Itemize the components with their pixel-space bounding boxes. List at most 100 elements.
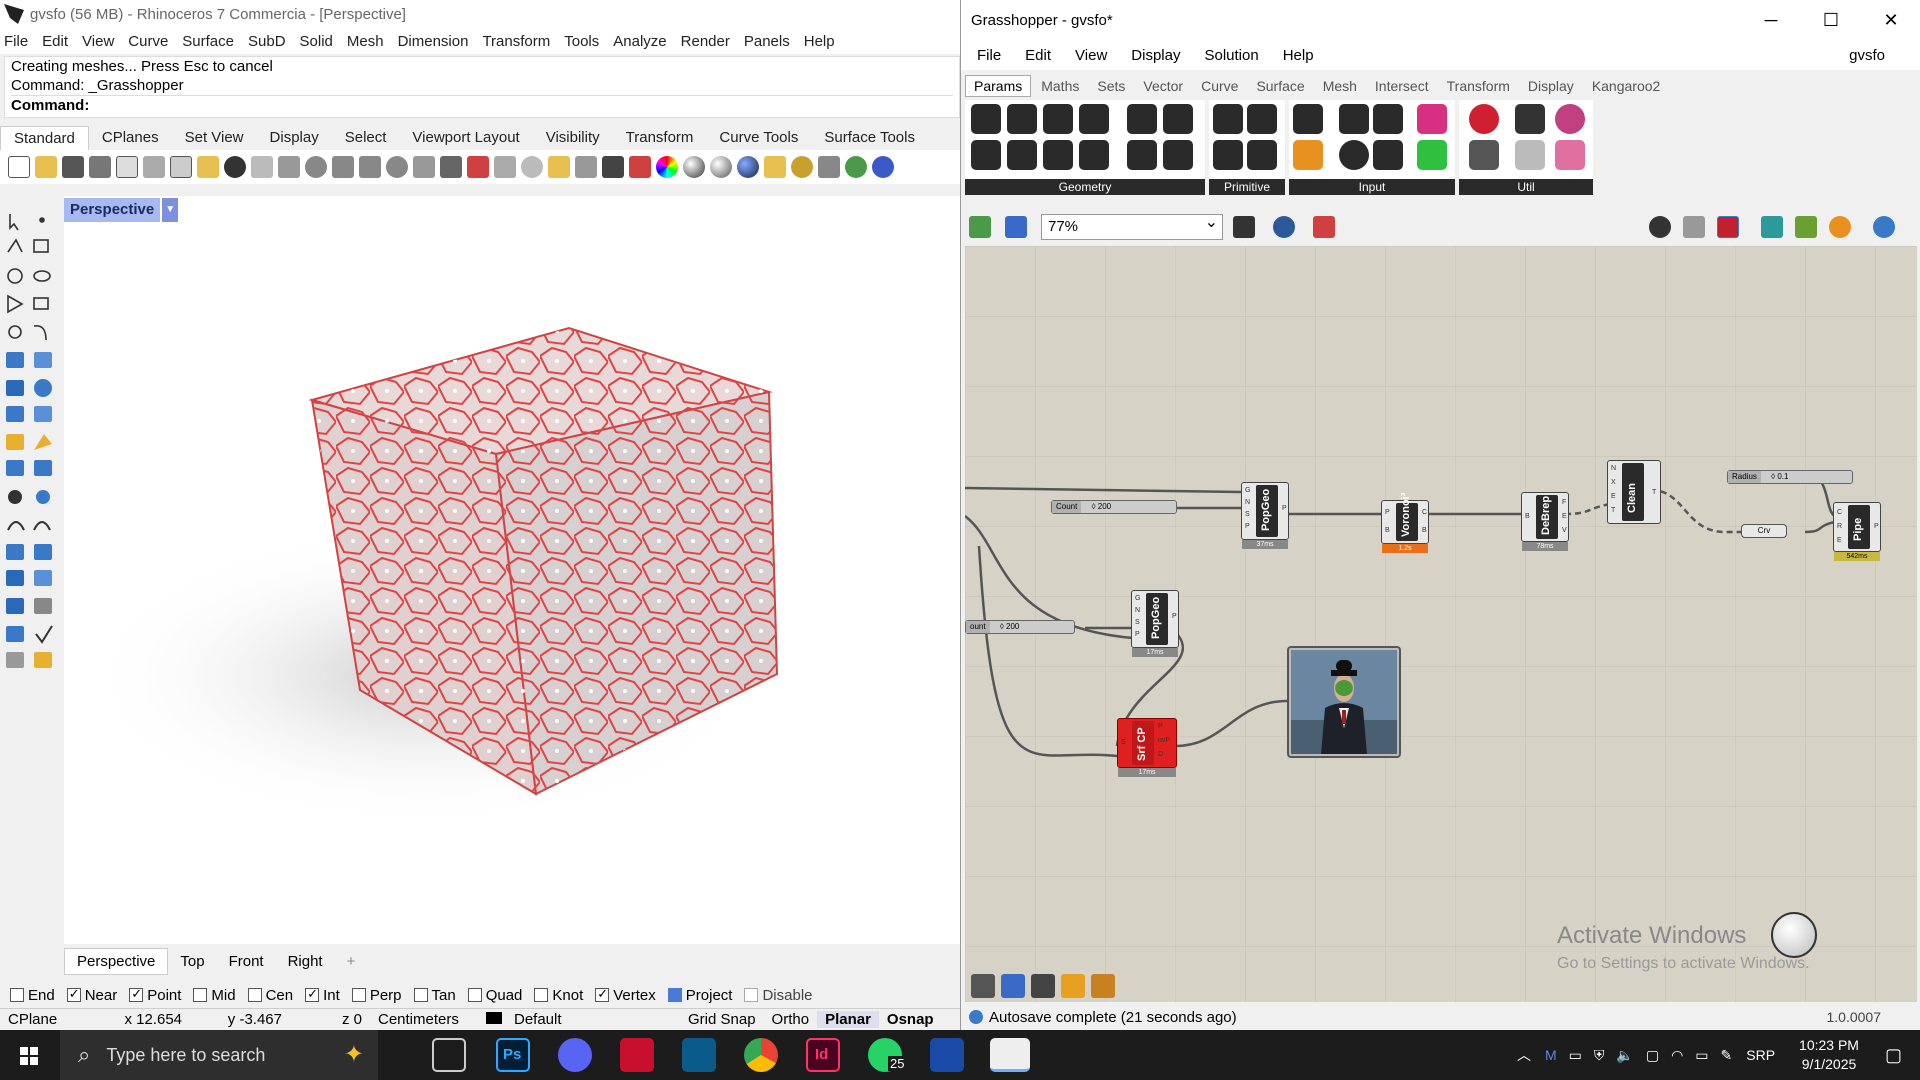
layer-icon[interactable] — [494, 156, 516, 178]
grid-icon[interactable] — [1001, 974, 1025, 998]
indesign-icon[interactable]: Id — [806, 1038, 840, 1072]
crv-param[interactable]: Crv — [1741, 524, 1787, 538]
osnap-vertex[interactable]: Vertex — [595, 986, 656, 1004]
popgeo1-output-p[interactable]: P — [1282, 505, 1287, 512]
wand-icon[interactable] — [764, 156, 786, 178]
curve-param-icon[interactable] — [1043, 104, 1073, 134]
galapagos-icon[interactable] — [1555, 104, 1585, 134]
circle-param-icon[interactable] — [1007, 104, 1037, 134]
rhino-menu-edit[interactable]: Edit — [42, 33, 68, 50]
color-wheel-icon[interactable] — [656, 156, 678, 178]
display-sphere-icon[interactable] — [1873, 216, 1895, 238]
close-icon[interactable]: ✕ — [1861, 0, 1920, 40]
tab-select[interactable]: Select — [332, 126, 400, 150]
rhino-taskbar-icon[interactable] — [990, 1038, 1030, 1072]
line-param-icon[interactable] — [971, 140, 1001, 170]
gh-menu-help[interactable]: Help — [1283, 47, 1314, 64]
pipe-component[interactable]: C R E Pipe P 542ms — [1833, 502, 1881, 561]
preview-selected-icon[interactable] — [1795, 216, 1817, 238]
import-icon[interactable] — [1293, 104, 1323, 134]
osnap-project[interactable]: Project — [667, 987, 732, 1004]
voronoi-input-p[interactable]: P — [1385, 509, 1390, 516]
slider-input-icon[interactable] — [1373, 104, 1403, 134]
cube-icon[interactable] — [1061, 974, 1085, 998]
chrome-icon[interactable] — [744, 1038, 778, 1072]
text-param-icon[interactable] — [1247, 140, 1277, 170]
osnap-project-checkbox[interactable] — [667, 988, 682, 1002]
popgeo2-input-n[interactable]: N — [1135, 607, 1140, 614]
shaded-sphere-icon[interactable] — [710, 156, 732, 178]
tab-surface-tools[interactable]: Surface Tools — [811, 126, 928, 150]
popgeo2-input-g[interactable]: G — [1135, 595, 1140, 602]
osnap-int-checkbox[interactable] — [305, 986, 320, 1002]
srfcp-component[interactable]: S Srf CP P uvP D 17ms — [1117, 718, 1177, 777]
viewport-tab-right[interactable]: Right — [276, 949, 335, 974]
add-viewport-tab-icon[interactable]: + — [335, 949, 368, 974]
rhino-menu-tools[interactable]: Tools — [564, 33, 599, 50]
debrep-output-f[interactable]: F — [1562, 499, 1566, 506]
toggle-icon[interactable] — [1339, 104, 1369, 134]
popgeo-component-1[interactable]: G N S P PopGeo P 37ms — [1241, 482, 1289, 549]
rotate-view-icon[interactable] — [278, 156, 300, 178]
rhino-menu-mesh[interactable]: Mesh — [347, 33, 384, 50]
cluster-icon[interactable] — [1091, 974, 1115, 998]
gh-tab-surface[interactable]: Surface — [1248, 76, 1312, 96]
sphere-icon[interactable] — [683, 156, 705, 178]
osnap-near[interactable]: Near — [66, 986, 117, 1004]
material-icon[interactable] — [629, 156, 651, 178]
lock-icon[interactable] — [602, 156, 624, 178]
tab-transform[interactable]: Transform — [613, 126, 707, 150]
gh-save-icon[interactable] — [1005, 216, 1027, 238]
cherry-picker-icon[interactable] — [1469, 104, 1499, 134]
gh-tab-intersect[interactable]: Intersect — [1367, 76, 1437, 96]
debrep-output-v[interactable]: V — [1562, 527, 1567, 534]
rhino-menu-view[interactable]: View — [82, 33, 114, 50]
clean-input-e[interactable]: E — [1611, 493, 1616, 500]
gh-tab-maths[interactable]: Maths — [1033, 76, 1087, 96]
osnap-knot[interactable]: Knot — [534, 987, 583, 1004]
count-slider[interactable]: Count ◊ 200 — [1051, 500, 1177, 514]
gh-menu-edit[interactable]: Edit — [1025, 47, 1051, 64]
pan-hand-icon[interactable] — [251, 156, 273, 178]
graph-mapper-icon[interactable] — [1293, 140, 1323, 170]
tab-set-view[interactable]: Set View — [172, 126, 257, 150]
sketchup-icon[interactable] — [682, 1038, 716, 1072]
open-folder-icon[interactable] — [969, 216, 991, 238]
gradient-icon[interactable] — [1417, 104, 1447, 134]
gh-tab-curve[interactable]: Curve — [1193, 76, 1246, 96]
notifications-icon[interactable]: ▢ — [1885, 1045, 1902, 1066]
pipe-input-c[interactable]: C — [1837, 509, 1842, 516]
copy-icon[interactable] — [170, 156, 192, 178]
debrep-output-e[interactable]: E — [1562, 513, 1567, 520]
globe-icon[interactable] — [845, 156, 867, 178]
status-units[interactable]: Centimeters — [370, 1011, 478, 1028]
tray-chevron-icon[interactable]: ︿ — [1517, 1045, 1531, 1065]
acrobat-icon[interactable] — [620, 1038, 654, 1072]
render-sphere-icon[interactable] — [737, 156, 759, 178]
ribbon-caption-util[interactable]: Util — [1459, 179, 1593, 195]
tab-standard[interactable]: Standard — [0, 126, 89, 150]
tray-app-icon[interactable]: M — [1545, 1047, 1557, 1063]
status-grid-snap[interactable]: Grid Snap — [680, 1011, 764, 1028]
perspective-viewport[interactable]: Perspective ▼ — [64, 196, 960, 944]
value-list-icon[interactable] — [1373, 140, 1403, 170]
ribbon-caption-input[interactable]: Input — [1289, 179, 1455, 195]
gear-icon[interactable] — [791, 156, 813, 178]
pipe-output-p[interactable]: P — [1874, 523, 1879, 530]
popgeo-component-2[interactable]: G N S P PopGeo P 17ms — [1131, 590, 1179, 657]
popgeo1-input-p[interactable]: P — [1245, 523, 1250, 530]
open-file-icon[interactable] — [35, 156, 57, 178]
srfcp-output-uvp[interactable]: uvP — [1158, 737, 1170, 744]
preview-eye-icon[interactable] — [1273, 216, 1295, 238]
osnap-vertex-checkbox[interactable] — [595, 986, 610, 1002]
tab-curve-tools[interactable]: Curve Tools — [706, 126, 811, 150]
button-input-icon[interactable] — [1339, 140, 1369, 170]
boolean-param-icon[interactable] — [1213, 104, 1243, 134]
field-param-icon[interactable] — [1163, 104, 1193, 134]
osnap-cen-checkbox[interactable] — [247, 988, 262, 1002]
gh-menu-view[interactable]: View — [1075, 47, 1107, 64]
gh-menu-display[interactable]: Display — [1131, 47, 1180, 64]
ribbon-caption-geometry[interactable]: Geometry — [965, 179, 1205, 195]
gh-menu-file[interactable]: File — [977, 47, 1001, 64]
revit-icon[interactable] — [930, 1038, 964, 1072]
